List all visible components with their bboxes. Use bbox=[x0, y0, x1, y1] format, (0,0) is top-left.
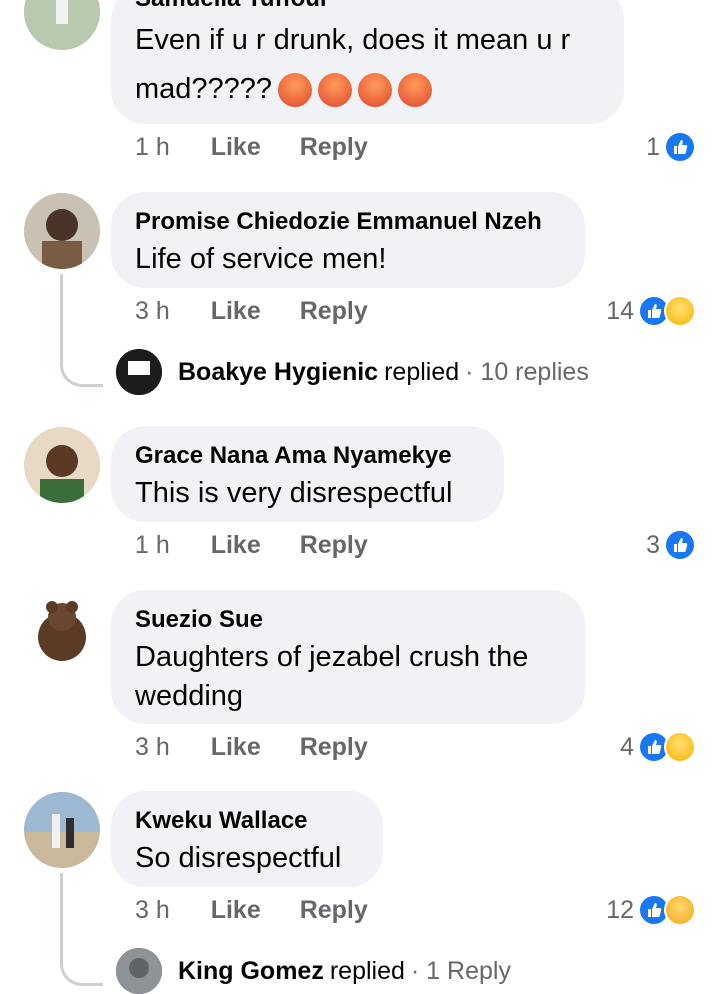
comment-actions: 1 h Like Reply bbox=[135, 531, 400, 560]
angry-emoji-icon bbox=[358, 73, 393, 108]
haha-icon bbox=[664, 295, 696, 327]
comment-actions: 3 h Like Reply bbox=[135, 297, 400, 326]
comment-author[interactable]: Grace Nana Ama Nyamekye bbox=[135, 442, 480, 470]
reply-author: King Gomez bbox=[178, 956, 324, 985]
reply-button[interactable]: Reply bbox=[300, 733, 368, 761]
like-button[interactable]: Like bbox=[211, 297, 261, 325]
avatar[interactable] bbox=[24, 0, 100, 50]
comment-text: Daughters of jezabel crush the bbox=[135, 641, 529, 673]
reaction-summary[interactable]: 12 bbox=[606, 894, 696, 926]
comment-bubble: Promise Chiedozie Emmanuel Nzeh Life of … bbox=[111, 192, 585, 288]
comment-text-line2: wedding bbox=[135, 680, 244, 712]
avatar bbox=[116, 948, 162, 994]
comment-actions: 1 h Like Reply bbox=[135, 133, 400, 162]
reaction-count: 4 bbox=[620, 732, 634, 761]
avatar[interactable] bbox=[24, 427, 100, 503]
comment-text: Life of service men! bbox=[135, 243, 387, 275]
reaction-summary[interactable]: 3 bbox=[646, 529, 696, 561]
reaction-count: 1 bbox=[646, 132, 660, 161]
care-icon bbox=[664, 894, 696, 926]
comment-text: Even if u r drunk, does it mean u r bbox=[135, 24, 571, 56]
comment-author[interactable]: Kweku Wallace bbox=[135, 807, 359, 835]
comment-time[interactable]: 3 h bbox=[135, 733, 170, 761]
comment-time[interactable]: 3 h bbox=[135, 297, 170, 325]
angry-emoji-icon bbox=[398, 73, 433, 108]
comment-bubble: Kweku Wallace So disrespectful bbox=[111, 791, 383, 887]
reaction-summary[interactable]: 1 bbox=[646, 131, 696, 163]
avatar bbox=[116, 349, 162, 395]
reply-author: Boakye Hygienic bbox=[178, 357, 379, 386]
comment-author[interactable]: Samuella Tuffour bbox=[135, 0, 600, 13]
reply-count: · 1 Reply bbox=[410, 956, 511, 985]
thread-connector bbox=[60, 873, 103, 986]
like-button[interactable]: Like bbox=[211, 531, 261, 559]
avatar[interactable] bbox=[24, 193, 100, 269]
like-button[interactable]: Like bbox=[211, 733, 261, 761]
reply-button[interactable]: Reply bbox=[300, 297, 368, 325]
reply-button[interactable]: Reply bbox=[300, 896, 368, 924]
comment-text: So disrespectful bbox=[135, 842, 342, 874]
reaction-count: 14 bbox=[606, 296, 634, 325]
comment-text-cont: mad????? bbox=[135, 73, 273, 105]
reply-verb: replied bbox=[384, 357, 460, 386]
reaction-summary[interactable]: 4 bbox=[620, 731, 696, 763]
comment-text: This is very disrespectful bbox=[135, 477, 453, 509]
comment-actions: 3 h Like Reply bbox=[135, 733, 400, 762]
view-replies-link[interactable]: King Gomez replied · 1 Reply bbox=[116, 948, 511, 994]
avatar[interactable] bbox=[24, 593, 100, 669]
comment-text-line2: mad????? bbox=[135, 70, 600, 109]
angry-emoji-icon bbox=[318, 73, 353, 108]
comment-author[interactable]: Promise Chiedozie Emmanuel Nzeh bbox=[135, 208, 561, 236]
like-icon bbox=[664, 529, 696, 561]
view-replies-link[interactable]: Boakye Hygienic replied · 10 replies bbox=[116, 349, 589, 395]
comment-time[interactable]: 1 h bbox=[135, 531, 170, 559]
comment-bubble: Suezio Sue Daughters of jezabel crush th… bbox=[111, 590, 585, 724]
like-button[interactable]: Like bbox=[211, 133, 261, 161]
like-button[interactable]: Like bbox=[211, 896, 261, 924]
reaction-count: 12 bbox=[606, 895, 634, 924]
reaction-summary[interactable]: 14 bbox=[606, 295, 696, 327]
haha-icon bbox=[664, 731, 696, 763]
reaction-count: 3 bbox=[646, 530, 660, 559]
comment-time[interactable]: 1 h bbox=[135, 133, 170, 161]
comment-actions: 3 h Like Reply bbox=[135, 896, 400, 925]
comment-bubble: Samuella Tuffour Even if u r drunk, does… bbox=[111, 0, 624, 124]
comment-time[interactable]: 3 h bbox=[135, 896, 170, 924]
thread-connector bbox=[60, 274, 103, 387]
comment-author[interactable]: Suezio Sue bbox=[135, 606, 561, 634]
like-icon bbox=[664, 131, 696, 163]
reply-count: · 10 replies bbox=[465, 357, 589, 386]
avatar[interactable] bbox=[24, 792, 100, 868]
reply-button[interactable]: Reply bbox=[300, 133, 368, 161]
reply-verb: replied bbox=[329, 956, 405, 985]
reply-button[interactable]: Reply bbox=[300, 531, 368, 559]
comment-bubble: Grace Nana Ama Nyamekye This is very dis… bbox=[111, 426, 504, 522]
angry-emoji-icon bbox=[278, 73, 313, 108]
